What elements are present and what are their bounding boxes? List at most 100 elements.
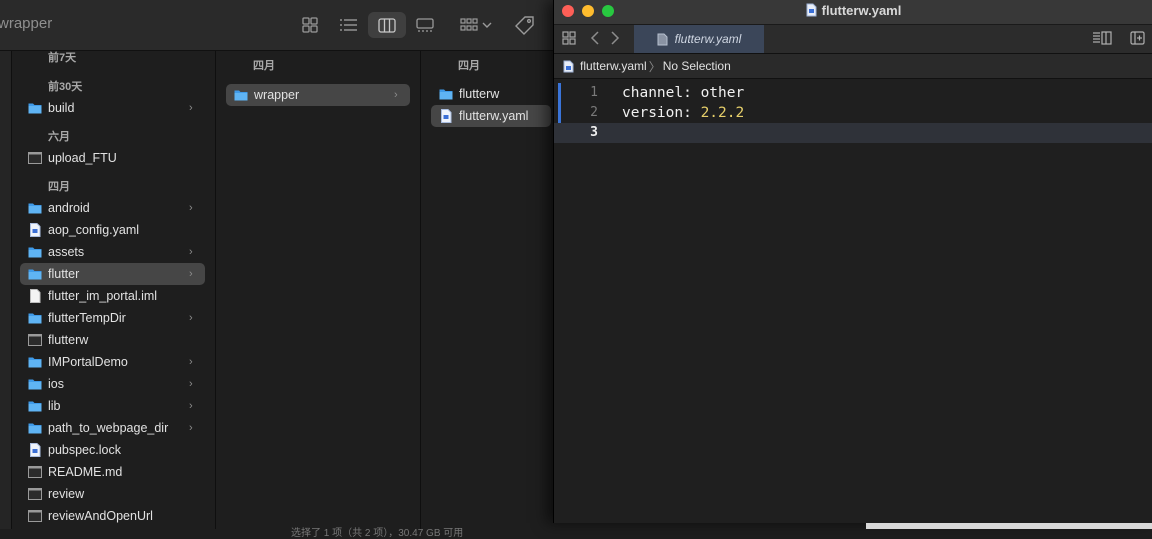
item-label: assets xyxy=(48,245,85,259)
column-view-icon xyxy=(378,17,396,33)
item-label: aop_config.yaml xyxy=(48,223,140,237)
editor-tab-active[interactable]: flutterw.yaml xyxy=(634,25,764,53)
finder-window: wrapper 前7天 前30天 build › 六月 upload_FTU 四月… xyxy=(0,0,561,539)
section-header-june: 六月 xyxy=(48,131,70,143)
list-item[interactable]: pubspec.lock xyxy=(20,439,205,461)
finder-column-1[interactable]: 前7天 前30天 build › 六月 upload_FTU 四月 android… xyxy=(12,51,216,529)
grid-view-icon xyxy=(302,17,318,33)
list-item[interactable]: reviewAndOpenUrl xyxy=(20,505,205,527)
list-item[interactable]: upload_FTU xyxy=(20,147,205,169)
item-icon xyxy=(28,487,42,501)
item-label: upload_FTU xyxy=(48,151,117,165)
list-item[interactable]: flutterTempDir › xyxy=(20,307,205,329)
editor-title-text: flutterw.yaml xyxy=(821,3,902,18)
code-line[interactable]: 1 channel: other xyxy=(554,83,1152,103)
status-bar: 选择了 1 项（共 2 项），30.47 GB 可用 xyxy=(216,517,561,539)
list-item[interactable]: flutterw xyxy=(20,329,205,351)
chevron-right-icon: › xyxy=(394,89,398,101)
add-editor-icon xyxy=(1130,31,1145,45)
editor-titlebar: flutterw.yaml xyxy=(554,0,1152,25)
list-item[interactable]: lib › xyxy=(20,395,205,417)
item-icon xyxy=(28,465,42,479)
code-line[interactable]: 2 version: 2.2.2 xyxy=(554,103,1152,123)
finder-column-2[interactable]: 四月 wrapper › xyxy=(216,51,421,529)
document-icon xyxy=(563,60,574,72)
list-item[interactable]: wrapper › xyxy=(226,84,410,106)
back-button[interactable] xyxy=(590,31,600,48)
list-item[interactable]: ios › xyxy=(20,373,205,395)
inspector-button[interactable] xyxy=(1092,31,1112,48)
folder-icon xyxy=(234,90,248,101)
executable-icon xyxy=(28,152,42,164)
line-number: 2 xyxy=(590,105,598,120)
jump-bar: flutterw.yaml 〉 No Selection xyxy=(554,54,1152,79)
folder-icon xyxy=(28,203,42,214)
item-label: build xyxy=(48,101,75,115)
list-item[interactable]: android › xyxy=(20,197,205,219)
yaml-value: other xyxy=(700,85,745,101)
item-icon xyxy=(28,289,42,303)
list-item[interactable]: flutterw.yaml xyxy=(431,105,551,127)
list-view-button[interactable] xyxy=(336,12,360,38)
tag-icon xyxy=(515,16,534,35)
code-line[interactable]: 3 xyxy=(554,123,1152,143)
item-label: IMPortalDemo xyxy=(48,355,128,369)
column-header: 四月 xyxy=(458,60,480,72)
related-items-button[interactable] xyxy=(562,31,576,48)
folder-icon xyxy=(28,423,42,434)
folder-icon xyxy=(28,269,42,280)
item-icon xyxy=(28,421,42,435)
gallery-view-icon xyxy=(416,17,434,32)
column-view-button[interactable] xyxy=(368,12,406,38)
column-header: 四月 xyxy=(253,60,275,72)
tag-button[interactable] xyxy=(512,12,538,38)
list-item[interactable]: flutter › xyxy=(20,263,205,285)
list-item[interactable]: flutterw xyxy=(431,83,551,105)
forward-button[interactable] xyxy=(610,31,620,48)
item-icon xyxy=(28,151,42,165)
chevron-right-icon: › xyxy=(189,400,193,412)
gallery-view-button[interactable] xyxy=(412,12,438,38)
folder-icon xyxy=(28,357,42,368)
chevron-right-icon: › xyxy=(189,102,193,114)
group-button[interactable] xyxy=(456,12,496,38)
editor-window: flutterw.yaml flutterw.yaml flutterw.yam… xyxy=(553,0,1152,523)
item-icon xyxy=(439,87,453,101)
list-item[interactable]: review xyxy=(20,483,205,505)
section-header-7days: 前7天 xyxy=(48,52,77,64)
item-label: flutterw xyxy=(48,333,89,347)
list-item[interactable]: aop_config.yaml xyxy=(20,219,205,241)
executable-icon xyxy=(28,466,42,478)
back-icon xyxy=(590,31,599,45)
chevron-right-icon: › xyxy=(189,246,193,258)
folder-icon xyxy=(28,247,42,258)
icon-view-button[interactable] xyxy=(298,12,322,38)
desktop-strip xyxy=(866,523,1152,529)
list-item[interactable]: flutter_im_portal.iml xyxy=(20,285,205,307)
add-editor-button[interactable] xyxy=(1130,31,1145,48)
window-title: wrapper xyxy=(0,15,53,32)
item-icon xyxy=(28,245,42,259)
chevron-right-icon: › xyxy=(189,312,193,324)
item-label: flutter_im_portal.iml xyxy=(48,289,158,303)
document-icon xyxy=(441,109,452,123)
item-label: flutter xyxy=(48,267,80,281)
list-item[interactable]: IMPortalDemo › xyxy=(20,351,205,373)
list-item[interactable]: assets › xyxy=(20,241,205,263)
tab-label: flutterw.yaml xyxy=(674,32,742,46)
list-item[interactable]: build › xyxy=(20,97,205,119)
jump-bar-selection[interactable]: No Selection xyxy=(663,59,731,73)
code-editor[interactable]: 1 channel: other 2 version: 2.2.2 3 xyxy=(554,80,1152,523)
item-label: README.md xyxy=(48,465,123,479)
yaml-value: 2.2.2 xyxy=(700,105,745,121)
item-label: reviewAndOpenUrl xyxy=(48,509,153,523)
list-item[interactable]: path_to_webpage_dir › xyxy=(20,417,205,439)
jump-bar-file[interactable]: flutterw.yaml xyxy=(580,59,647,73)
finder-column-3[interactable]: 四月 flutterw flutterw.yaml xyxy=(421,51,561,529)
document-icon xyxy=(30,223,41,237)
item-icon xyxy=(28,201,42,215)
list-item[interactable]: README.md xyxy=(20,461,205,483)
document-icon xyxy=(30,443,41,457)
item-icon xyxy=(28,101,42,115)
item-label: ios xyxy=(48,377,64,391)
